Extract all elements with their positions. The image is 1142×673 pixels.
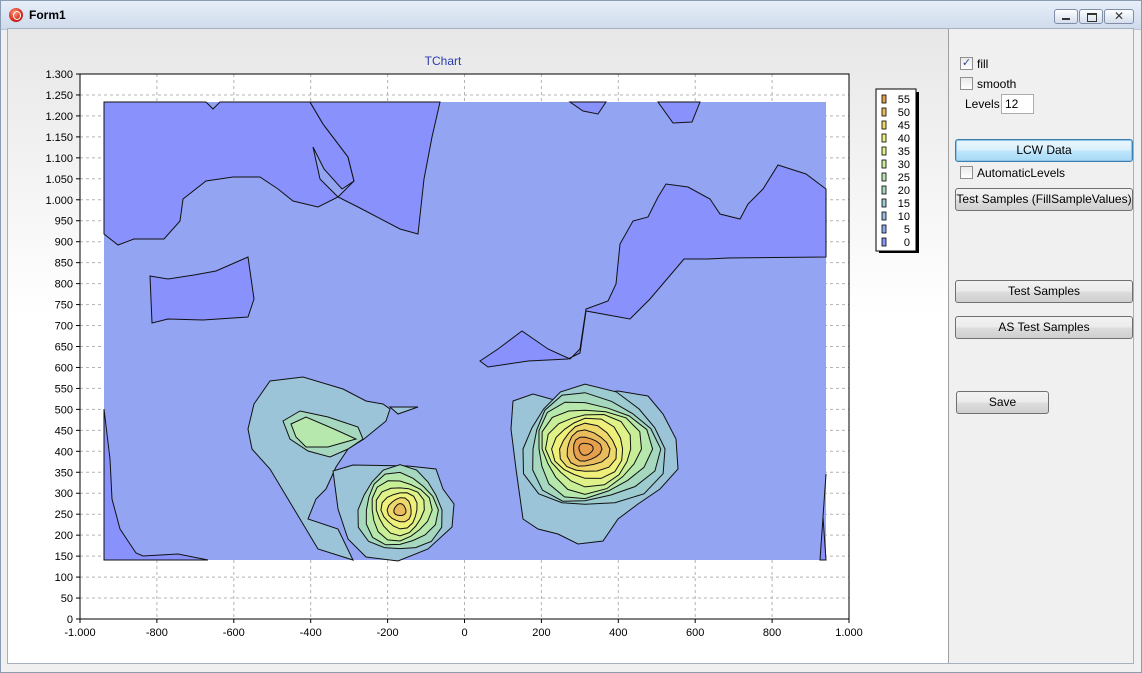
legend-swatch — [881, 159, 887, 169]
x-axis-labels: -1.000 -800 -600 -400 -200 0 200 400 600 800 1.000 — [64, 627, 862, 639]
y-tick-label: 450 — [55, 425, 73, 437]
automatic-levels-label[interactable]: AutomaticLevels — [977, 166, 1065, 180]
contour-field — [103, 101, 827, 562]
legend-label: 55 — [898, 94, 910, 106]
y-tick-label: 150 — [55, 551, 73, 563]
fill-label[interactable]: fill — [977, 57, 988, 71]
y-tick-label: 750 — [55, 300, 73, 312]
y-tick-label: 1.300 — [45, 69, 73, 81]
automatic-levels-checkbox[interactable] — [960, 166, 973, 179]
minimize-button[interactable] — [1054, 9, 1078, 24]
x-tick-label: 200 — [532, 627, 550, 639]
maximize-button[interactable] — [1079, 9, 1103, 24]
y-tick-label: 500 — [55, 404, 73, 416]
as-test-samples-button[interactable]: AS Test Samples — [955, 316, 1133, 339]
app-icon[interactable] — [9, 8, 23, 22]
legend-swatch — [881, 120, 887, 130]
legend-label: 5 — [904, 224, 910, 236]
x-tick-label: 1.000 — [835, 627, 863, 639]
y-tick-label: 1.050 — [45, 174, 73, 186]
levels-label: Levels — [965, 97, 1000, 111]
y-tick-label: 100 — [55, 572, 73, 584]
y-tick-label: 850 — [55, 258, 73, 270]
y-tick-label: 300 — [55, 488, 73, 500]
y-tick-label: 700 — [55, 321, 73, 333]
y-tick-label: 1.250 — [45, 90, 73, 102]
x-tick-label: -200 — [377, 627, 399, 639]
y-tick-label: 600 — [55, 362, 73, 374]
legend-swatch — [881, 237, 887, 247]
y-tick-label: 1.200 — [45, 111, 73, 123]
legend-label: 50 — [898, 107, 910, 119]
y-tick-label: 50 — [61, 593, 73, 605]
legend-swatch — [881, 94, 887, 104]
legend-label: 35 — [898, 146, 910, 158]
y-tick-label: 0 — [67, 614, 73, 626]
legend-label: 20 — [898, 185, 910, 197]
y-tick-label: 1.100 — [45, 153, 73, 165]
legend-swatch — [881, 172, 887, 182]
smooth-label[interactable]: smooth — [977, 77, 1016, 91]
y-tick-label: 800 — [55, 279, 73, 291]
y-tick-label: 900 — [55, 237, 73, 249]
control-panel: ✓ fill smooth Levels 12 LCW Data Automat… — [949, 29, 1133, 663]
legend: 5550454035302520151050 — [875, 88, 919, 253]
y-tick-label: 400 — [55, 446, 73, 458]
chart-area: TChart -1.000 -800 -600 -400 -200 0 200 … — [8, 29, 948, 663]
legend-label: 45 — [898, 120, 910, 132]
x-tick-label: -400 — [300, 627, 322, 639]
x-tick-label: 0 — [461, 627, 467, 639]
chart-title: TChart — [425, 54, 462, 68]
legend-label: 10 — [898, 211, 910, 223]
test-samples-button[interactable]: Test Samples — [955, 280, 1133, 303]
legend-label: 15 — [898, 198, 910, 210]
legend-swatch — [881, 146, 887, 156]
y-tick-label: 950 — [55, 216, 73, 228]
smooth-checkbox[interactable] — [960, 77, 973, 90]
minimize-icon — [1062, 18, 1070, 20]
close-icon: ✕ — [1114, 9, 1125, 23]
y-tick-label: 550 — [55, 383, 73, 395]
legend-swatch — [881, 133, 887, 143]
legend-label: 25 — [898, 172, 910, 184]
y-tick-label: 200 — [55, 530, 73, 542]
legend-swatch — [881, 224, 887, 234]
y-tick-label: 1.150 — [45, 132, 73, 144]
title-bar[interactable]: Form1 ✕ — [1, 1, 1141, 30]
legend-label: 40 — [898, 133, 910, 145]
x-tick-label: 400 — [609, 627, 627, 639]
x-tick-label: -600 — [223, 627, 245, 639]
legend-label: 0 — [904, 237, 910, 249]
y-tick-label: 250 — [55, 509, 73, 521]
save-button[interactable]: Save — [956, 391, 1049, 414]
y-tick-label: 650 — [55, 342, 73, 354]
x-tick-label: -800 — [146, 627, 168, 639]
legend-label: 30 — [898, 159, 910, 171]
x-tick-label: 800 — [763, 627, 781, 639]
window-title: Form1 — [29, 8, 66, 22]
x-tick-label: 600 — [686, 627, 704, 639]
legend-swatch — [881, 185, 887, 195]
lcw-data-button[interactable]: LCW Data — [955, 139, 1133, 162]
fill-checkbox[interactable]: ✓ — [960, 57, 973, 70]
y-axis-labels: 0 50 100 150 200 250 300 350 400 450 500 550 600 650 7… — [45, 69, 73, 626]
test-samples-fill-button[interactable]: Test Samples (FillSampleValues) — [955, 188, 1133, 211]
contour-chart[interactable]: TChart -1.000 -800 -600 -400 -200 0 200 … — [8, 29, 948, 663]
legend-swatch — [881, 107, 887, 117]
levels-input[interactable]: 12 — [1001, 94, 1034, 114]
maximize-icon — [1087, 13, 1097, 22]
close-button[interactable]: ✕ — [1104, 9, 1134, 24]
legend-swatch — [881, 211, 887, 221]
y-tick-label: 350 — [55, 467, 73, 479]
legend-swatch — [881, 198, 887, 208]
x-tick-label: -1.000 — [64, 627, 95, 639]
y-tick-label: 1.000 — [45, 195, 73, 207]
